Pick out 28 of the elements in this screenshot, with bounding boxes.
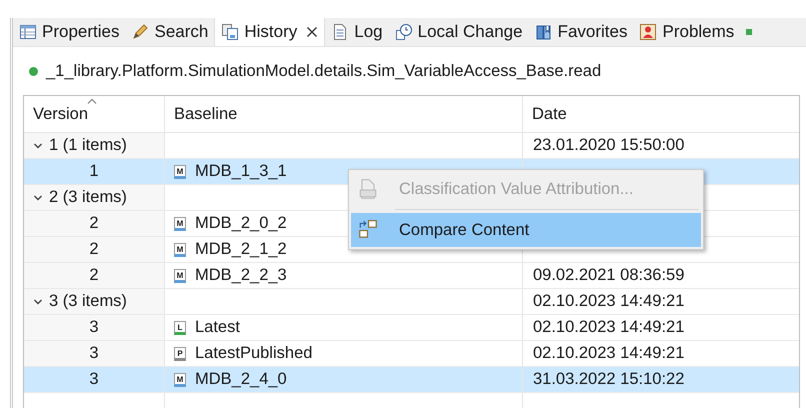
baseline-text: MDB_2_2_3: [195, 266, 287, 285]
date-text: 02.10.2023 14:49:21: [533, 318, 684, 337]
date-text: 23.01.2020 15:50:00: [533, 136, 684, 155]
date-text: 31.03.2022 15:10:22: [533, 370, 684, 389]
baseline-file-icon: M: [174, 242, 186, 256]
version-text: 2: [89, 266, 99, 285]
baseline-text: MDB_2_4_0: [195, 370, 287, 389]
baseline-text: MDB_2_1_2: [195, 240, 287, 259]
baseline-file-icon: L: [174, 320, 186, 334]
date-text: 02.10.2023 14:49:21: [533, 344, 684, 363]
baseline-file-icon: M: [174, 372, 186, 386]
version-text: 3: [89, 370, 99, 389]
element-path: _1_library.Platform.SimulationModel.details.Sim_VariableAccess_Base.read: [46, 62, 602, 80]
version-text: 1: [89, 162, 99, 181]
baseline-file-icon: M: [174, 268, 186, 282]
baseline-text: MDB_2_0_2: [195, 214, 287, 233]
baseline-file-icon: M: [174, 216, 186, 230]
baseline-text: Latest: [195, 318, 240, 337]
version-text: 3: [89, 344, 99, 363]
baseline-text: MDB_1_3_1: [195, 162, 287, 181]
baseline-file-icon: M: [174, 164, 186, 178]
baseline-text: LatestPublished: [195, 344, 312, 363]
version-text: 2: [89, 214, 99, 233]
date-text: 09.02.2021 08:36:59: [533, 266, 684, 285]
baseline-file-icon: P: [174, 346, 186, 360]
date-text: 02.10.2023 14:49:21: [533, 292, 684, 311]
version-text: 3: [89, 318, 99, 337]
version-text: 2: [89, 240, 99, 259]
